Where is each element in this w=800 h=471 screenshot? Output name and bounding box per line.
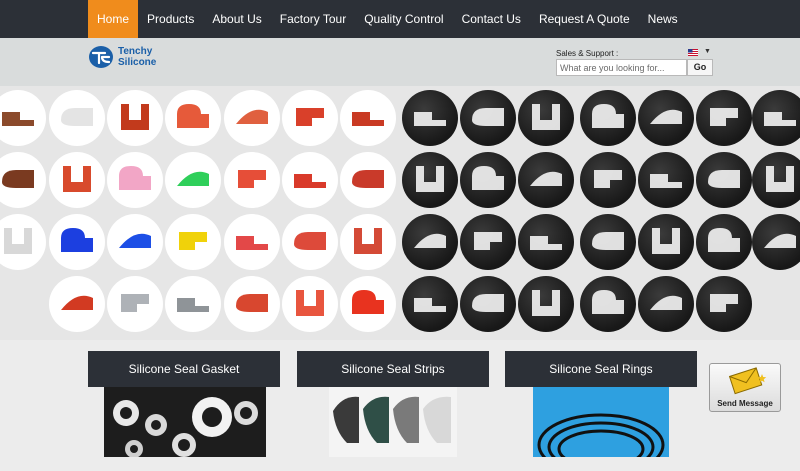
product-thumbnail[interactable] — [340, 90, 396, 146]
product-thumbnail[interactable] — [638, 90, 694, 146]
product-thumbnail[interactable] — [580, 90, 636, 146]
category-card-gasket[interactable]: Silicone Seal Gasket — [88, 351, 280, 471]
logo-line-2: Silicone — [118, 57, 157, 68]
logo-mark-icon — [89, 46, 113, 68]
nav-quality-control[interactable]: Quality Control — [355, 0, 452, 38]
product-thumbnail[interactable] — [49, 90, 105, 146]
search-go-button[interactable]: Go — [687, 59, 713, 76]
product-thumbnail[interactable] — [402, 152, 458, 208]
product-thumbnail[interactable] — [752, 90, 800, 146]
product-thumbnail[interactable] — [107, 276, 163, 332]
rings-product-image[interactable] — [533, 387, 669, 457]
product-thumbnail[interactable] — [460, 214, 516, 270]
nav-contact-us[interactable]: Contact Us — [453, 0, 530, 38]
search-input[interactable] — [556, 59, 687, 76]
product-thumbnail[interactable] — [49, 152, 105, 208]
category-section: Silicone Seal Gasket Silicone Seal Strip… — [0, 340, 800, 457]
product-thumbnail[interactable] — [402, 276, 458, 332]
strips-product-image[interactable] — [329, 387, 457, 457]
category-card-rings[interactable]: Silicone Seal Rings — [505, 351, 697, 471]
product-thumbnail[interactable] — [224, 152, 280, 208]
nav-menu: Home Products About Us Factory Tour Qual… — [88, 0, 687, 38]
product-thumbnail[interactable] — [518, 90, 574, 146]
site-header: Tenchy Silicone Sales & Support : ▼ Go — [0, 38, 800, 86]
nav-products[interactable]: Products — [138, 0, 203, 38]
product-thumbnail[interactable] — [282, 152, 338, 208]
product-thumbnail[interactable] — [107, 152, 163, 208]
send-message-button[interactable]: Send Message — [709, 363, 781, 412]
product-thumbnail[interactable] — [165, 152, 221, 208]
category-card-strips[interactable]: Silicone Seal Strips — [297, 351, 489, 471]
product-thumbnail[interactable] — [0, 214, 46, 270]
product-thumbnail[interactable] — [49, 214, 105, 270]
envelope-icon — [728, 367, 767, 395]
product-thumbnail[interactable] — [340, 214, 396, 270]
category-title[interactable]: Silicone Seal Strips — [297, 351, 489, 387]
nav-factory-tour[interactable]: Factory Tour — [271, 0, 355, 38]
product-thumbnail[interactable] — [49, 276, 105, 332]
product-thumbnail[interactable] — [224, 90, 280, 146]
product-thumbnail[interactable] — [340, 276, 396, 332]
category-title[interactable]: Silicone Seal Rings — [505, 351, 697, 387]
product-thumbnail[interactable] — [165, 214, 221, 270]
product-thumbnail[interactable] — [518, 276, 574, 332]
product-thumbnail[interactable] — [696, 276, 752, 332]
product-thumbnail[interactable] — [460, 276, 516, 332]
product-thumbnail[interactable] — [752, 214, 800, 270]
product-thumbnail[interactable] — [696, 90, 752, 146]
category-title[interactable]: Silicone Seal Gasket — [88, 351, 280, 387]
product-thumbnail[interactable] — [518, 214, 574, 270]
product-thumbnail[interactable] — [165, 90, 221, 146]
product-thumbnail[interactable] — [638, 214, 694, 270]
product-thumbnail[interactable] — [224, 276, 280, 332]
product-thumbnail[interactable] — [696, 214, 752, 270]
product-thumbnail[interactable] — [402, 214, 458, 270]
product-banner[interactable] — [0, 86, 800, 340]
send-message-label: Send Message — [717, 399, 773, 408]
product-thumbnail[interactable] — [460, 90, 516, 146]
sales-support-label: Sales & Support : — [556, 49, 619, 58]
product-thumbnail[interactable] — [460, 152, 516, 208]
product-thumbnail[interactable] — [638, 276, 694, 332]
product-thumbnail[interactable] — [580, 214, 636, 270]
company-logo[interactable]: Tenchy Silicone — [88, 45, 156, 69]
logo-text: Tenchy Silicone — [118, 46, 156, 68]
product-thumbnail[interactable] — [165, 276, 221, 332]
language-dropdown-icon[interactable]: ▼ — [704, 48, 711, 55]
nav-news[interactable]: News — [639, 0, 687, 38]
product-thumbnail[interactable] — [518, 152, 574, 208]
gasket-product-image[interactable] — [104, 387, 266, 457]
product-thumbnail[interactable] — [282, 90, 338, 146]
product-thumbnail[interactable] — [107, 90, 163, 146]
product-thumbnail[interactable] — [402, 90, 458, 146]
nav-about-us[interactable]: About Us — [203, 0, 270, 38]
us-flag-icon[interactable] — [688, 49, 698, 56]
product-thumbnail[interactable] — [638, 152, 694, 208]
product-thumbnail[interactable] — [282, 276, 338, 332]
product-thumbnail[interactable] — [696, 152, 752, 208]
top-nav: Home Products About Us Factory Tour Qual… — [0, 0, 800, 38]
nav-home[interactable]: Home — [88, 0, 139, 38]
logo-line-1: Tenchy — [118, 46, 153, 57]
product-thumbnail[interactable] — [0, 90, 46, 146]
product-thumbnail[interactable] — [580, 152, 636, 208]
product-thumbnail[interactable] — [0, 152, 46, 208]
product-thumbnail[interactable] — [224, 214, 280, 270]
product-thumbnail[interactable] — [340, 152, 396, 208]
product-thumbnail[interactable] — [282, 214, 338, 270]
product-thumbnail[interactable] — [752, 152, 800, 208]
nav-request-a-quote[interactable]: Request A Quote — [530, 0, 639, 38]
product-thumbnail[interactable] — [107, 214, 163, 270]
product-thumbnail[interactable] — [580, 276, 636, 332]
